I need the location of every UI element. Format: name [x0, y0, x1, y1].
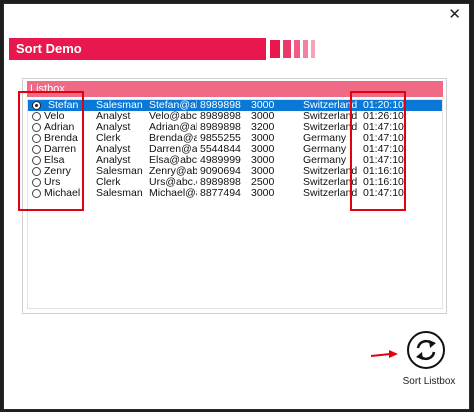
cell-role: Analyst [96, 155, 131, 166]
cell-email: Adrian@ab [149, 122, 197, 133]
cell-country: Switzerland [303, 111, 358, 122]
cell-phone: 8989898 [200, 100, 241, 111]
cell-amount: 3000 [251, 166, 275, 177]
sort-listbox-button[interactable] [407, 331, 445, 369]
listbox[interactable]: Stefan Salesman Stefan@ab 8989898 3000 Switze… [27, 99, 443, 309]
list-item[interactable]: Zenry Salesman Zenry@abc9090694 3000 Switzer… [28, 166, 442, 177]
cell-time: 01:16:10 [363, 177, 404, 188]
cell-name: Urs [44, 177, 61, 188]
cell-time: 01:47:10 [363, 144, 404, 155]
cell-phone: 9090694 [200, 166, 241, 177]
cell-email: Urs@abc.c [149, 177, 197, 188]
row-radio[interactable] [32, 167, 41, 176]
sort-listbox-label: Sort Listbox [402, 376, 456, 387]
list-item[interactable]: Brenda Clerk Brenda@ab9855255 3000 Germany 01… [28, 133, 442, 144]
refresh-icon [416, 339, 436, 361]
cell-phone: 4989999 [200, 155, 241, 166]
list-item[interactable]: Darren Analyst Darren@ab5544844 3000 Germany… [28, 144, 442, 155]
row-radio[interactable] [32, 178, 41, 187]
title-stripe-5 [311, 40, 315, 58]
cell-amount: 3000 [251, 111, 275, 122]
cell-role: Salesman [96, 100, 143, 111]
cell-role: Salesman [96, 166, 143, 177]
close-button[interactable]: ✕ [448, 6, 461, 22]
cell-email: Brenda@ab [149, 133, 197, 144]
cell-phone: 8989898 [200, 177, 241, 188]
row-radio[interactable] [32, 189, 41, 198]
cell-phone: 8989898 [200, 122, 241, 133]
cell-email: Michael@ab [149, 188, 197, 199]
cell-name: Brenda [44, 133, 78, 144]
title-stripe-2 [283, 40, 291, 58]
cell-country: Switzerland [303, 188, 358, 199]
row-radio[interactable] [32, 112, 41, 121]
cell-phone: 5544844 [200, 144, 241, 155]
title-stripe-3 [294, 40, 300, 58]
cell-time: 01:47:10 [363, 188, 404, 199]
cell-role: Salesman [96, 188, 143, 199]
cell-country: Switzerland [303, 122, 358, 133]
cell-amount: 3000 [251, 133, 275, 144]
cell-name: Adrian [44, 122, 75, 133]
cell-name: Zenry [44, 166, 71, 177]
cell-amount: 3000 [251, 100, 275, 111]
cell-name: Michael [44, 188, 81, 199]
cell-role: Analyst [96, 144, 131, 155]
cell-time: 01:26:10 [363, 111, 404, 122]
list-item[interactable]: Elsa Analyst Elsa@abc.c4989999 3000 Germany 0… [28, 155, 442, 166]
cell-time: 01:47:10 [363, 133, 404, 144]
cell-amount: 3000 [251, 144, 275, 155]
cell-amount: 3000 [251, 155, 275, 166]
list-item[interactable]: Michael Salesman Michael@ab8877494 3000 Swit… [28, 188, 442, 199]
row-radio[interactable] [32, 123, 41, 132]
cell-email: Elsa@abc.c [149, 155, 197, 166]
list-item[interactable]: Stefan Salesman Stefan@ab 8989898 3000 Switze… [28, 100, 442, 111]
cell-amount: 3200 [251, 122, 275, 133]
cell-email: Darren@ab [149, 144, 197, 155]
cell-time: 01:47:10 [363, 122, 404, 133]
list-item[interactable]: Adrian Analyst Adrian@ab 8989898 3200 Switzer… [28, 122, 442, 133]
cell-country: Germany [303, 133, 347, 144]
cell-country: Germany [303, 155, 347, 166]
cell-name: Elsa [44, 155, 65, 166]
row-radio[interactable] [32, 134, 41, 143]
arrow-icon [370, 350, 398, 358]
sort-demo-window: ✕ Sort Demo Listbox Stefan Salesman Stefan… [3, 3, 470, 410]
cell-name: Darren [44, 144, 77, 155]
row-radio[interactable] [32, 145, 41, 154]
cell-name: Stefan [48, 100, 79, 111]
cell-amount: 3000 [251, 188, 275, 199]
cell-country: Switzerland [303, 177, 358, 188]
listbox-frame: Listbox Stefan Salesman Stefan@ab 8989898 30… [22, 78, 447, 314]
cell-role: Clerk [96, 133, 121, 144]
window-title: Sort Demo [9, 38, 266, 60]
cell-role: Clerk [96, 177, 121, 188]
cell-email: Zenry@abc [149, 166, 197, 177]
listbox-header: Listbox [27, 81, 443, 97]
cell-role: Analyst [96, 122, 131, 133]
cell-country: Switzerland [303, 100, 358, 111]
cell-country: Germany [303, 144, 347, 155]
cell-time: 01:16:10 [363, 166, 404, 177]
cell-phone: 8877494 [200, 188, 241, 199]
cell-email: Stefan@ab [149, 100, 197, 111]
row-radio[interactable] [32, 101, 41, 110]
list-item[interactable]: Velo Analyst Velo@abc.c8989898 3000 Switzerl… [28, 111, 442, 122]
cell-name: Velo [44, 111, 65, 122]
title-stripe-4 [303, 40, 308, 58]
cell-role: Analyst [96, 111, 131, 122]
row-radio[interactable] [32, 156, 41, 165]
cell-amount: 2500 [251, 177, 275, 188]
cell-time: 01:47:10 [363, 155, 404, 166]
cell-phone: 9855255 [200, 133, 241, 144]
title-stripe-1 [270, 40, 280, 58]
cell-country: Switzerland [303, 166, 358, 177]
cell-email: Velo@abc.c [149, 111, 197, 122]
cell-phone: 8989898 [200, 111, 241, 122]
cell-time: 01:20:10 [363, 100, 404, 111]
list-item[interactable]: Urs Clerk Urs@abc.c 8989898 2500 Switzerland 0… [28, 177, 442, 188]
